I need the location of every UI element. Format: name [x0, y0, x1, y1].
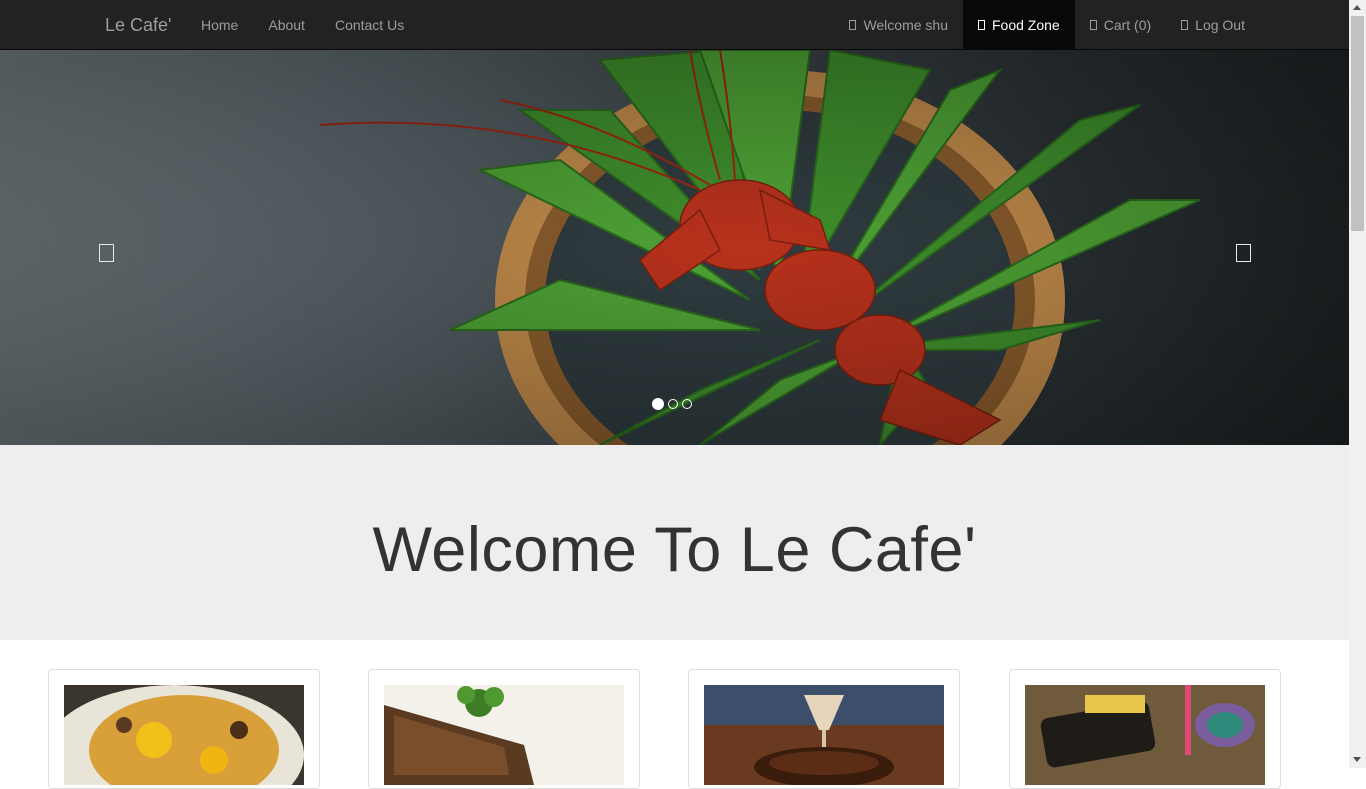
- scroll-down-icon[interactable]: [1353, 757, 1361, 762]
- nav-right: Welcome shu Food Zone Cart (0) Log Out: [834, 0, 1260, 50]
- nav-cart-link[interactable]: Cart (0): [1075, 0, 1166, 50]
- carousel-next-button[interactable]: [1236, 244, 1251, 262]
- birthday-cake-image[interactable]: [1025, 685, 1265, 785]
- dessert-drink-image[interactable]: [704, 685, 944, 785]
- carousel-indicator-1[interactable]: [652, 398, 664, 410]
- brand-logo[interactable]: Le Cafe': [105, 0, 171, 50]
- nav-contact-link[interactable]: Contact Us: [320, 0, 419, 50]
- page-scrollbar[interactable]: [1349, 0, 1366, 768]
- nav-contact-label: Contact Us: [334, 17, 405, 33]
- nav-welcome-label: Welcome shu: [863, 17, 948, 33]
- nav-food-zone-label: Food Zone: [992, 17, 1060, 33]
- carousel-indicator-2[interactable]: [668, 399, 678, 409]
- nav-home-link[interactable]: Home: [186, 0, 253, 50]
- product-card[interactable]: [1009, 669, 1281, 789]
- nav-cart-label: Cart (0): [1103, 17, 1152, 33]
- carousel-indicators: [652, 398, 692, 410]
- welcome-heading: Welcome To Le Cafe': [372, 515, 977, 585]
- lobster-on-bamboo-leaves-image: [0, 50, 1349, 445]
- nav-welcome-user[interactable]: Welcome shu: [834, 0, 963, 50]
- product-card[interactable]: [368, 669, 640, 789]
- nav-logout-link[interactable]: Log Out: [1166, 0, 1260, 50]
- product-card[interactable]: [688, 669, 960, 789]
- carousel-prev-button[interactable]: [99, 244, 114, 262]
- carousel-indicator-3[interactable]: [682, 399, 692, 409]
- nav-home-label: Home: [201, 17, 239, 33]
- cutlery-icon: [978, 20, 985, 30]
- scrollbar-thumb[interactable]: [1351, 16, 1364, 231]
- nav-food-zone-link[interactable]: Food Zone: [963, 0, 1075, 50]
- nav-logout-label: Log Out: [1195, 17, 1245, 33]
- scroll-up-icon[interactable]: [1353, 5, 1361, 10]
- cart-icon: [1089, 20, 1097, 30]
- nav-about-link[interactable]: About: [253, 0, 320, 50]
- user-icon: [849, 20, 857, 30]
- egg-dish-image[interactable]: [64, 685, 304, 785]
- product-card[interactable]: [48, 669, 320, 789]
- welcome-jumbotron: Welcome To Le Cafe': [0, 445, 1349, 640]
- grilled-fish-image[interactable]: [384, 685, 624, 785]
- nav-about-label: About: [268, 17, 305, 33]
- top-navbar: Le Cafe' Home About Contact Us Welcome s…: [0, 0, 1349, 50]
- nav-left: Home About Contact Us: [186, 0, 419, 50]
- hero-carousel[interactable]: [0, 50, 1349, 445]
- logout-icon: [1181, 20, 1189, 30]
